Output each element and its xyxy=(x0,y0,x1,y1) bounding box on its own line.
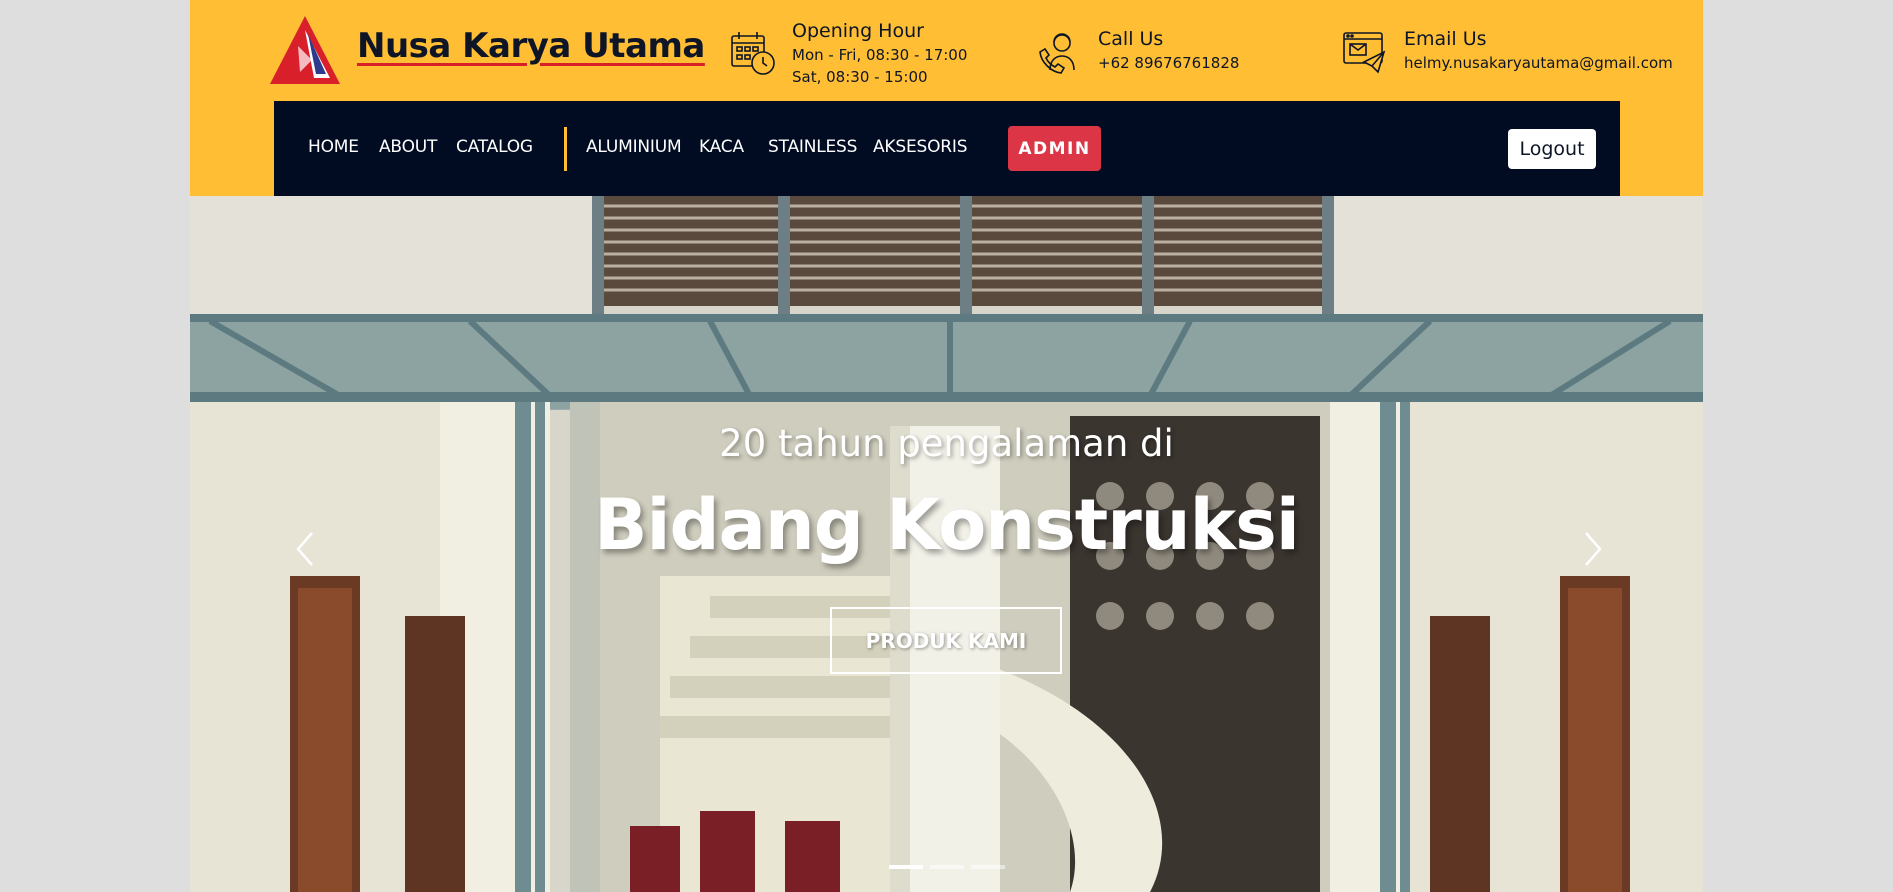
phone-number[interactable]: +62 89676761828 xyxy=(1098,52,1239,74)
email-address[interactable]: helmy.nusakaryautama@gmail.com xyxy=(1404,52,1673,74)
email-icon xyxy=(1343,32,1386,74)
carousel-indicator-2[interactable] xyxy=(930,865,964,869)
carousel-next-icon[interactable] xyxy=(1578,529,1608,569)
nav-aluminium[interactable]: ALUMINIUM xyxy=(586,137,682,157)
nav-divider xyxy=(564,127,567,171)
opening-hour-saturday: Sat, 08:30 - 15:00 xyxy=(792,68,928,86)
nav-stainless[interactable]: STAINLESS xyxy=(768,137,857,157)
opening-hour-title: Opening Hour xyxy=(792,20,924,42)
carousel-indicator-1[interactable] xyxy=(889,865,923,869)
hero-title: Bidang Konstruksi xyxy=(594,484,1300,566)
carousel-indicator-3[interactable] xyxy=(971,865,1005,869)
opening-hour-weekday: Mon - Fri, 08:30 - 17:00 xyxy=(792,46,968,64)
hero-subtitle: 20 tahun pengalaman di xyxy=(719,422,1174,465)
produk-kami-button[interactable]: PRODUK KAMI xyxy=(830,607,1062,674)
call-us-title: Call Us xyxy=(1098,28,1164,50)
email-us-title: Email Us xyxy=(1404,28,1487,50)
nav-aksesoris[interactable]: AKSESORIS xyxy=(873,137,968,157)
admin-button[interactable]: ADMIN xyxy=(1008,126,1101,171)
nav-catalog[interactable]: CATALOG xyxy=(456,137,533,157)
brand-name[interactable]: Nusa Karya Utama xyxy=(357,26,705,66)
carousel-prev-icon[interactable] xyxy=(290,529,320,569)
nav-about[interactable]: ABOUT xyxy=(379,137,437,157)
nav-kaca[interactable]: KACA xyxy=(699,137,744,157)
logo-icon[interactable] xyxy=(270,16,340,86)
page: Nusa Karya Utama Opening Hour Mon - Fri,… xyxy=(190,0,1703,892)
hero-carousel: 20 tahun pengalaman di Bidang Konstruksi… xyxy=(190,196,1703,892)
nav-home[interactable]: HOME xyxy=(308,137,359,157)
main-nav: HOME ABOUT CATALOG ALUMINIUM KACA STAINL… xyxy=(274,101,1620,196)
calendar-clock-icon xyxy=(731,32,775,75)
carousel-indicators xyxy=(889,865,1005,869)
phone-support-icon xyxy=(1039,33,1075,74)
top-bar: Nusa Karya Utama Opening Hour Mon - Fri,… xyxy=(190,0,1703,101)
logout-button[interactable]: Logout xyxy=(1508,129,1596,169)
